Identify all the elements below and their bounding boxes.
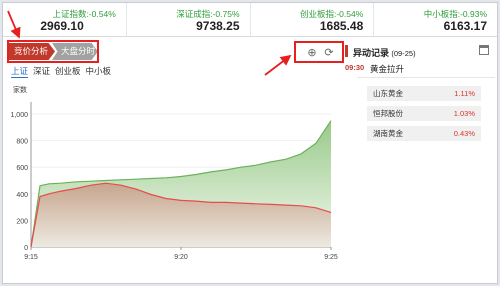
x-tick-label: 9:25: [324, 254, 338, 261]
y-tick-label: 400: [16, 192, 28, 199]
x-tick-label: 9:20: [174, 254, 188, 261]
y-tick-label: 1,000: [10, 112, 28, 119]
y-axis-label: 家数: [13, 85, 27, 94]
y-tick-label: 0: [24, 245, 28, 252]
annotation-arrow-tabs: [7, 10, 21, 39]
y-tick-label: 600: [16, 165, 28, 172]
annotation-box-tabs: [7, 40, 99, 63]
annotation-box-tools: [294, 41, 344, 63]
y-tick-label: 200: [16, 218, 28, 225]
app-window: 上证指数:-0.54% 2969.10 深证成指:-0.75% 9738.25 …: [2, 2, 498, 284]
x-tick-label: 9:15: [24, 254, 38, 261]
y-tick-label: 800: [16, 139, 28, 146]
annotation-arrow-tools: [264, 54, 292, 76]
